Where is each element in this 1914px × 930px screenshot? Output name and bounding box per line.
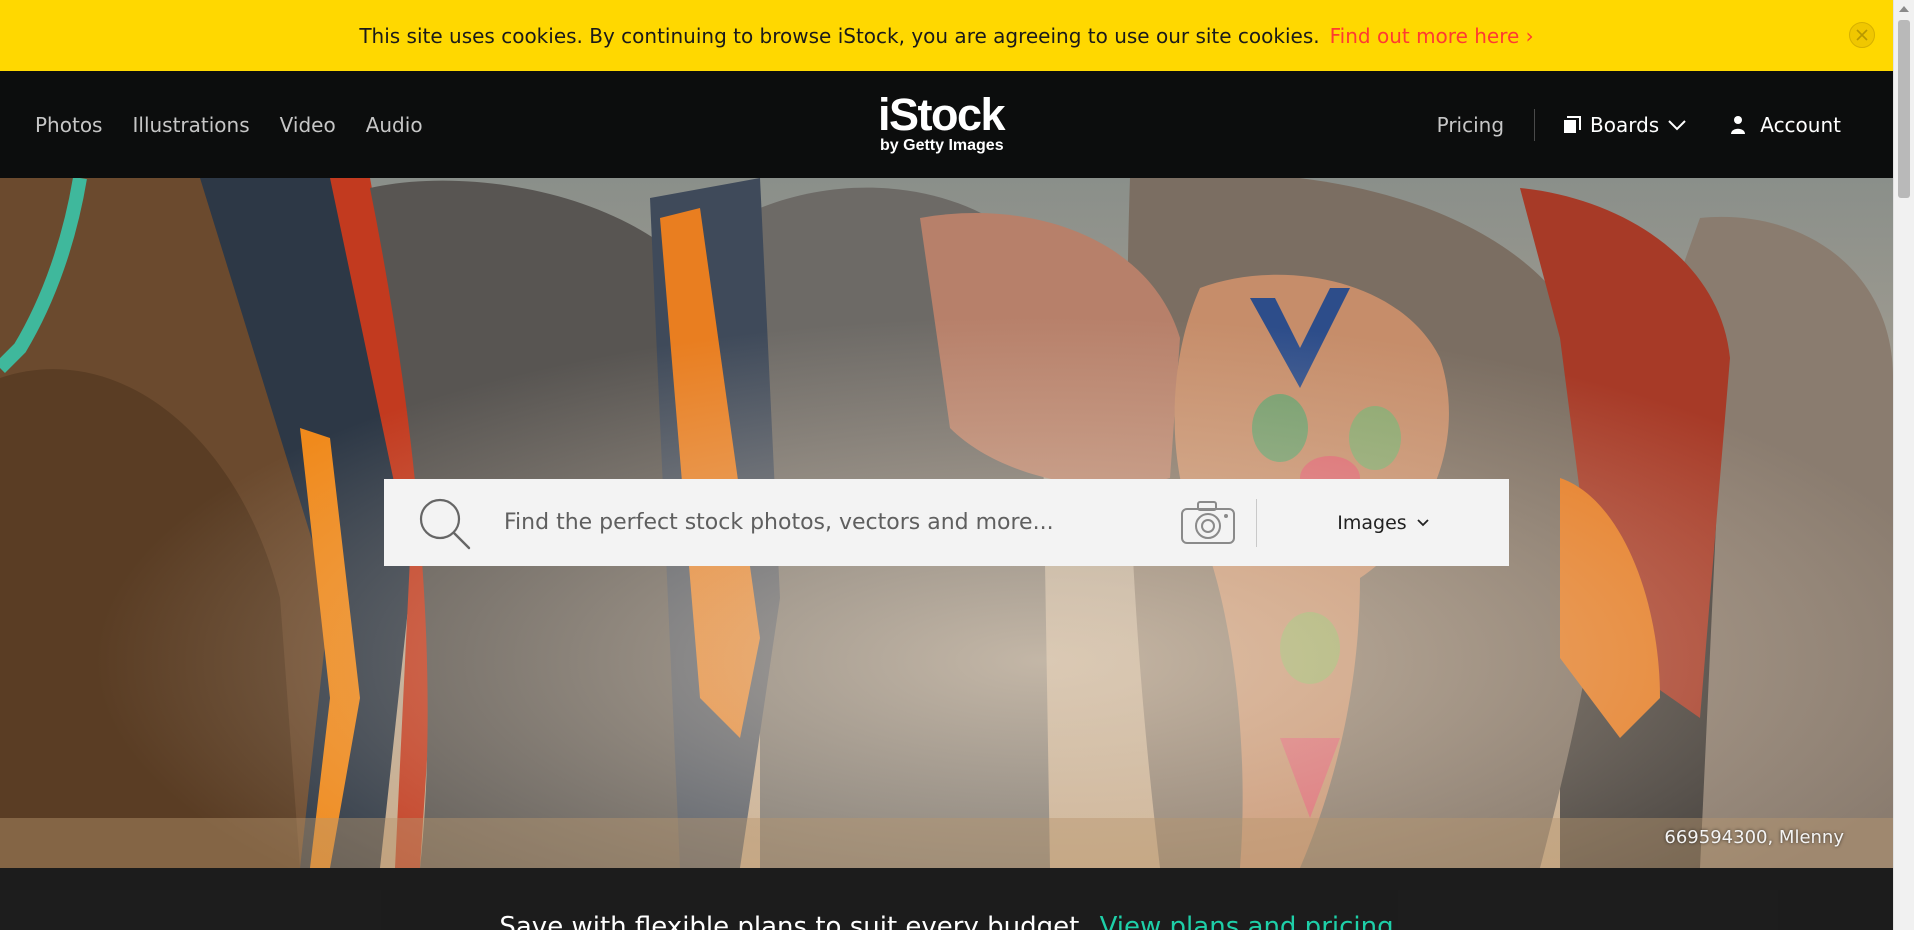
boards-menu[interactable]: Boards xyxy=(1563,113,1686,137)
magnifier-icon[interactable] xyxy=(414,493,474,553)
camera-icon[interactable] xyxy=(1180,500,1236,546)
chevron-down-icon xyxy=(1668,119,1686,130)
nav-video[interactable]: Video xyxy=(280,113,336,137)
image-credit: 669594300, Mlenny xyxy=(1664,827,1844,848)
boards-icon xyxy=(1564,115,1582,133)
promo-text: Save with flexible plans to suit every b… xyxy=(499,912,1088,930)
scroll-up-arrow-icon[interactable] xyxy=(1899,6,1909,12)
nav-illustrations[interactable]: Illustrations xyxy=(132,113,249,137)
person-icon xyxy=(1731,115,1746,134)
scrollbar-thumb[interactable] xyxy=(1898,20,1910,198)
search-bar: Images xyxy=(384,479,1509,566)
logo-sub: by Getty Images xyxy=(880,137,1004,154)
search-input[interactable] xyxy=(474,479,1180,566)
account-menu[interactable]: Account xyxy=(1730,113,1841,137)
nav-divider xyxy=(1534,108,1536,141)
media-type-select[interactable]: Images xyxy=(1257,512,1509,534)
cookie-close-button[interactable] xyxy=(1849,22,1875,48)
chevron-down-icon xyxy=(1417,518,1429,526)
pricing-link[interactable]: Pricing xyxy=(1437,113,1504,137)
view-plans-link[interactable]: View plans and pricing xyxy=(1100,912,1394,930)
viewport: This site uses cookies. By continuing to… xyxy=(0,0,1893,930)
cookie-message: This site uses cookies. By continuing to… xyxy=(359,23,1320,48)
page: This site uses cookies. By continuing to… xyxy=(0,0,1914,930)
boards-label: Boards xyxy=(1590,112,1660,137)
media-type-label: Images xyxy=(1337,511,1407,534)
account-label: Account xyxy=(1760,112,1841,137)
logo-brand: iStock xyxy=(878,89,1006,140)
site-header: Photos Illustrations Video Audio iStock … xyxy=(0,71,1893,178)
primary-nav: Photos Illustrations Video Audio xyxy=(35,71,423,178)
istock-logo[interactable]: iStock by Getty Images xyxy=(878,89,1018,159)
promo-banner: Save with flexible plans to suit every b… xyxy=(0,868,1893,930)
close-icon xyxy=(1856,29,1868,41)
cookie-banner: This site uses cookies. By continuing to… xyxy=(0,0,1893,71)
secondary-nav: Pricing Boards Account xyxy=(1437,71,1893,178)
nav-photos[interactable]: Photos xyxy=(35,113,102,137)
nav-audio[interactable]: Audio xyxy=(366,113,423,137)
page-scrollbar[interactable] xyxy=(1893,0,1914,930)
cookie-find-out-more-link[interactable]: Find out more here › xyxy=(1330,24,1534,48)
